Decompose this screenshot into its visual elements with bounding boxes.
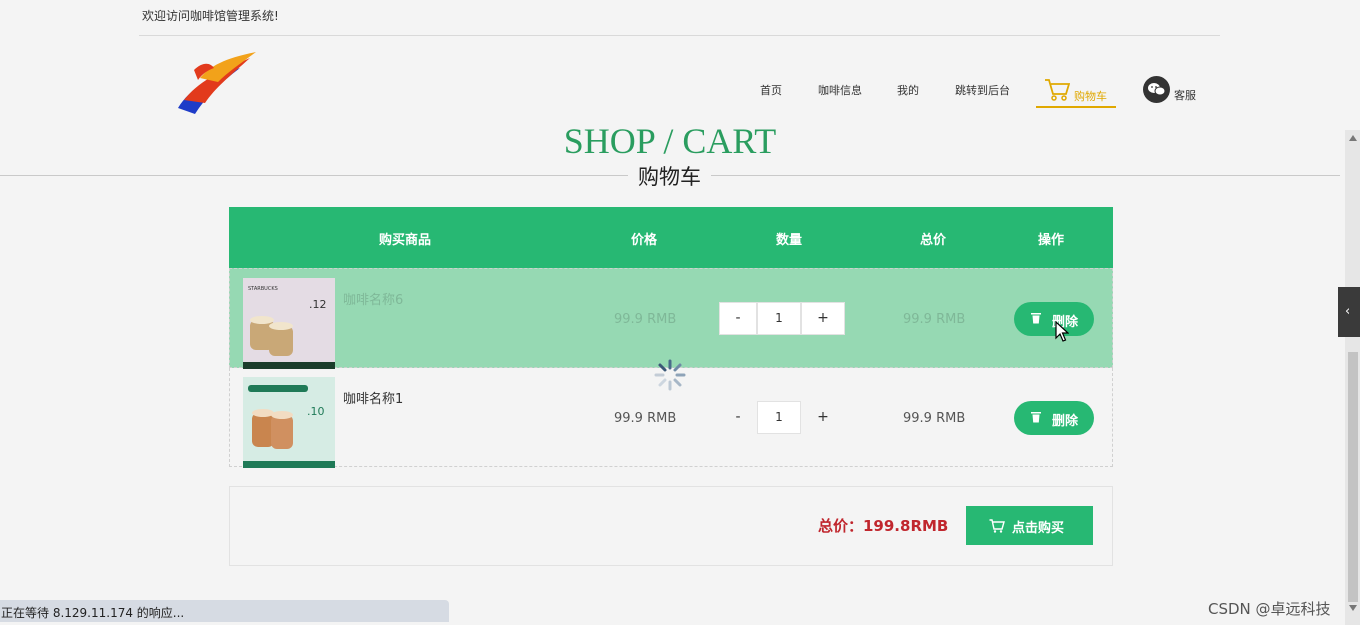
qty-input[interactable]: 1	[757, 302, 801, 335]
chevron-left-icon: ‹	[1345, 304, 1351, 319]
scroll-up-icon[interactable]	[1349, 135, 1357, 141]
thumb-number-text: .10	[307, 405, 325, 418]
nav-mine[interactable]: 我的	[897, 82, 919, 98]
trash-icon	[1031, 412, 1041, 423]
qty-decrease-button[interactable]: -	[719, 302, 757, 335]
thumb-number-text: .12	[309, 298, 327, 311]
status-text: 正在等待 8.129.11.174 的响应...	[1, 606, 185, 620]
qty-input[interactable]: 1	[757, 401, 801, 434]
row-total: 99.9 RMB	[903, 411, 966, 426]
page-title-en: SHOP / CART	[563, 121, 777, 154]
product-name[interactable]: 咖啡名称6	[343, 289, 403, 308]
coffee-product-image: STARBUCKS .12	[243, 278, 335, 369]
nav-cart[interactable]: 购物车	[1036, 76, 1116, 108]
col-total: 总价	[920, 233, 947, 248]
scroll-down-icon[interactable]	[1349, 605, 1357, 611]
page-title-cn: 购物车	[628, 161, 711, 191]
mouse-cursor-icon	[1055, 321, 1069, 342]
watermark: CSDN @卓远科技	[1208, 600, 1331, 618]
nav-cart-label: 购物车	[1074, 90, 1107, 103]
cart-icon	[989, 519, 1005, 533]
buy-button[interactable]: 点击购买	[966, 506, 1093, 545]
cart-icon	[1045, 79, 1070, 101]
delete-label: 删除	[1052, 414, 1079, 429]
wechat-icon	[1143, 76, 1170, 103]
delete-button[interactable]: 删除	[1014, 302, 1094, 336]
table-row: STARBUCKS .12 咖啡名称6 99.9 RMB - 1 + 99.9 …	[229, 268, 1113, 369]
product-name[interactable]: 咖啡名称1	[343, 388, 403, 407]
qty-increase-button[interactable]: +	[801, 401, 845, 434]
delete-button[interactable]: 删除	[1014, 401, 1094, 435]
welcome-text: 欢迎访问咖啡馆管理系统!	[142, 9, 279, 23]
col-quantity: 数量	[776, 233, 803, 248]
site-logo[interactable]	[170, 48, 262, 118]
nav-home[interactable]: 首页	[760, 82, 782, 98]
thumb-brand-text: STARBUCKS	[248, 286, 278, 292]
table-header: 购买商品 价格 数量 总价 操作	[229, 207, 1113, 268]
header-divider	[139, 35, 1220, 36]
buy-label: 点击购买	[1012, 521, 1065, 536]
qty-decrease-button[interactable]: -	[719, 401, 757, 434]
grand-total: 总价：199.8RMB	[818, 517, 949, 535]
cart-summary: 总价：199.8RMB 点击购买	[229, 486, 1113, 566]
row-total: 99.9 RMB	[903, 312, 966, 327]
nav-customer-service[interactable]: 客服	[1143, 76, 1203, 104]
nav-admin[interactable]: 跳转到后台	[955, 82, 1010, 98]
col-price: 价格	[631, 233, 658, 248]
loading-spinner-icon	[654, 359, 686, 391]
service-label: 客服	[1174, 89, 1196, 102]
qty-increase-button[interactable]: +	[801, 302, 845, 335]
nav-coffee-info[interactable]: 咖啡信息	[818, 82, 862, 98]
cart-table: 购买商品 价格 数量 总价 操作 STARBUCKS .12 咖啡名称6 99.…	[229, 207, 1113, 468]
col-action: 操作	[1038, 233, 1065, 248]
product-price: 99.9 RMB	[614, 312, 677, 327]
scroll-thumb[interactable]	[1348, 352, 1358, 602]
coffee-product-image: .10	[243, 377, 335, 468]
browser-status-bar: 正在等待 8.129.11.174 的响应...	[0, 600, 449, 622]
side-panel-toggle[interactable]: ‹	[1338, 287, 1360, 337]
col-product: 购买商品	[379, 233, 432, 248]
trash-icon	[1031, 313, 1041, 324]
product-price: 99.9 RMB	[614, 411, 677, 426]
